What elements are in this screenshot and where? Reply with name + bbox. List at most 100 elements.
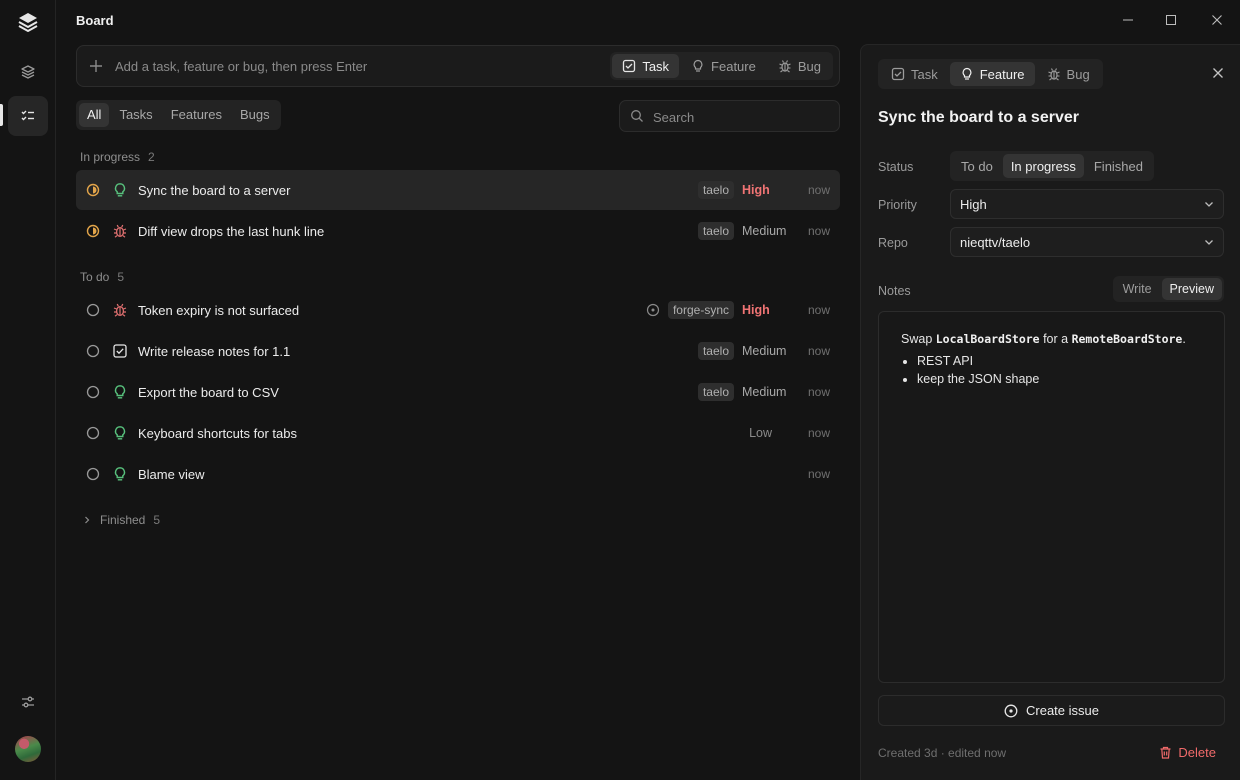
bug-icon <box>1047 68 1060 81</box>
list-item[interactable]: Blame view now <box>76 454 840 494</box>
search-input[interactable]: Search <box>619 100 840 132</box>
priority-value: High <box>960 197 987 212</box>
notes-bullet-list: REST API keep the JSON shape <box>901 354 1202 386</box>
repo-badge: forge-sync <box>667 301 734 319</box>
composer-type-task[interactable]: Task <box>612 54 680 78</box>
notes-preview[interactable]: Swap LocalBoardStore for a RemoteBoardSt… <box>878 311 1225 683</box>
chevron-down-icon <box>1205 202 1213 207</box>
detail-kind-bug[interactable]: Bug <box>1037 62 1100 86</box>
list-item[interactable]: Sync the board to a server taelo High no… <box>76 170 840 210</box>
detail-kind-feature[interactable]: Feature <box>949 62 1035 86</box>
plus-icon <box>90 60 102 72</box>
item-time: now <box>808 385 831 399</box>
detail-kind-task[interactable]: Task <box>881 62 948 86</box>
list-item[interactable]: Diff view drops the last hunk line taelo… <box>76 211 840 251</box>
repo-badge: taelo <box>697 342 734 360</box>
todo-status-icon[interactable] <box>86 426 100 440</box>
item-title: Keyboard shortcuts for tabs <box>138 426 297 441</box>
list-item[interactable]: Write release notes for 1.1 taelo Medium… <box>76 331 840 371</box>
item-meta: taelo Medium now <box>697 383 831 401</box>
composer-placeholder[interactable]: Add a task, feature or bug, then press E… <box>115 59 367 74</box>
filter-tab-tasks[interactable]: Tasks <box>111 103 160 127</box>
notes-code: RemoteBoardStore <box>1071 332 1183 346</box>
repo-select[interactable]: nieqttv/taelo <box>950 227 1224 257</box>
list-item[interactable]: Token expiry is not surfaced forge-sync … <box>76 290 840 330</box>
layers-nav-button[interactable] <box>8 52 48 92</box>
maximize-button[interactable] <box>1161 10 1181 30</box>
section-header-todo: To do 5 <box>80 270 124 284</box>
item-time: now <box>808 467 831 481</box>
priority-badge: Medium <box>742 344 787 358</box>
lightbulb-icon <box>693 59 703 72</box>
detail-kind-selector: Task Feature Bug <box>878 59 1103 89</box>
status-option-in-progress[interactable]: In progress <box>1002 154 1084 178</box>
filter-tab-all[interactable]: All <box>79 103 110 127</box>
create-issue-button[interactable]: Create issue <box>878 695 1225 726</box>
todo-status-icon[interactable] <box>86 385 100 399</box>
notes-mode-preview[interactable]: Preview <box>1161 278 1222 300</box>
section-label: To do <box>80 270 110 284</box>
close-icon[interactable] <box>1212 67 1224 79</box>
search-icon <box>631 110 643 122</box>
trash-icon <box>1160 746 1171 759</box>
composer-type-feature[interactable]: Feature <box>681 54 766 78</box>
item-title: Token expiry is not surfaced <box>138 303 300 318</box>
board-nav-button[interactable] <box>8 96 48 136</box>
todo-status-icon[interactable] <box>86 467 100 481</box>
sidebar-active-indicator <box>0 104 3 126</box>
filter-tab-features[interactable]: Features <box>163 103 230 127</box>
detail-title[interactable]: Sync the board to a server <box>878 109 1079 127</box>
priority-badge: High <box>742 183 770 197</box>
sliders-icon <box>22 696 34 708</box>
in-progress-status-icon[interactable] <box>86 183 100 197</box>
layers-icon <box>21 65 35 79</box>
bug-icon <box>779 60 791 73</box>
item-meta: taelo High now <box>697 181 831 199</box>
composer-type-bug[interactable]: Bug <box>768 54 831 78</box>
item-title: Write release notes for 1.1 <box>138 344 291 359</box>
repo-badge: taelo <box>697 383 734 401</box>
item-title: Blame view <box>138 467 205 482</box>
app-title: Board <box>76 13 114 28</box>
list-item[interactable]: Export the board to CSV taelo Medium now <box>76 372 840 412</box>
item-meta: taelo Medium now <box>697 342 831 360</box>
in-progress-status-icon[interactable] <box>86 224 100 238</box>
status-selector: To do In progress Finished <box>950 151 1154 181</box>
window-close-button[interactable] <box>1207 10 1227 30</box>
priority-select[interactable]: High <box>950 189 1224 219</box>
composer-type-task-label: Task <box>642 58 670 74</box>
status-option-finished[interactable]: Finished <box>1086 154 1151 178</box>
todo-status-icon[interactable] <box>86 344 100 358</box>
issue-circle-icon <box>1004 704 1018 717</box>
new-item-composer[interactable]: Add a task, feature or bug, then press E… <box>76 45 840 87</box>
status-option-todo[interactable]: To do <box>953 154 1001 178</box>
avatar[interactable] <box>15 736 41 762</box>
todo-status-icon[interactable] <box>86 303 100 317</box>
notes-mode-write[interactable]: Write <box>1115 278 1160 300</box>
settings-button[interactable] <box>8 682 48 722</box>
item-title: Export the board to CSV <box>138 385 279 400</box>
filter-tabs: All Tasks Features Bugs <box>76 100 281 130</box>
list-item[interactable]: Keyboard shortcuts for tabs Low now <box>76 413 840 453</box>
lightbulb-icon <box>114 426 126 440</box>
lightbulb-icon <box>114 385 126 399</box>
notes-bullet: keep the JSON shape <box>917 372 1202 386</box>
item-time: now <box>808 224 831 238</box>
chevron-down-icon <box>1205 240 1213 245</box>
detail-panel: Task Feature Bug Sync the board to a ser… <box>860 44 1240 780</box>
notes-text: . <box>1182 332 1186 346</box>
item-time: now <box>808 344 831 358</box>
filter-tab-bugs[interactable]: Bugs <box>232 103 278 127</box>
detail-kind-feature-label: Feature <box>979 66 1025 82</box>
repo-value: nieqttv/taelo <box>960 235 1031 250</box>
minimize-button[interactable] <box>1118 10 1138 30</box>
delete-button[interactable]: Delete <box>1159 745 1216 760</box>
notes-mode-selector: Write Preview <box>1112 276 1224 302</box>
checklist-icon <box>21 110 34 121</box>
section-header-finished[interactable]: Finished 5 <box>82 513 160 527</box>
section-count: 2 <box>148 150 155 164</box>
minimize-icon <box>1123 19 1133 21</box>
item-time: now <box>808 183 831 197</box>
task-checkbox-icon <box>623 59 636 73</box>
section-label: In progress <box>80 150 141 164</box>
